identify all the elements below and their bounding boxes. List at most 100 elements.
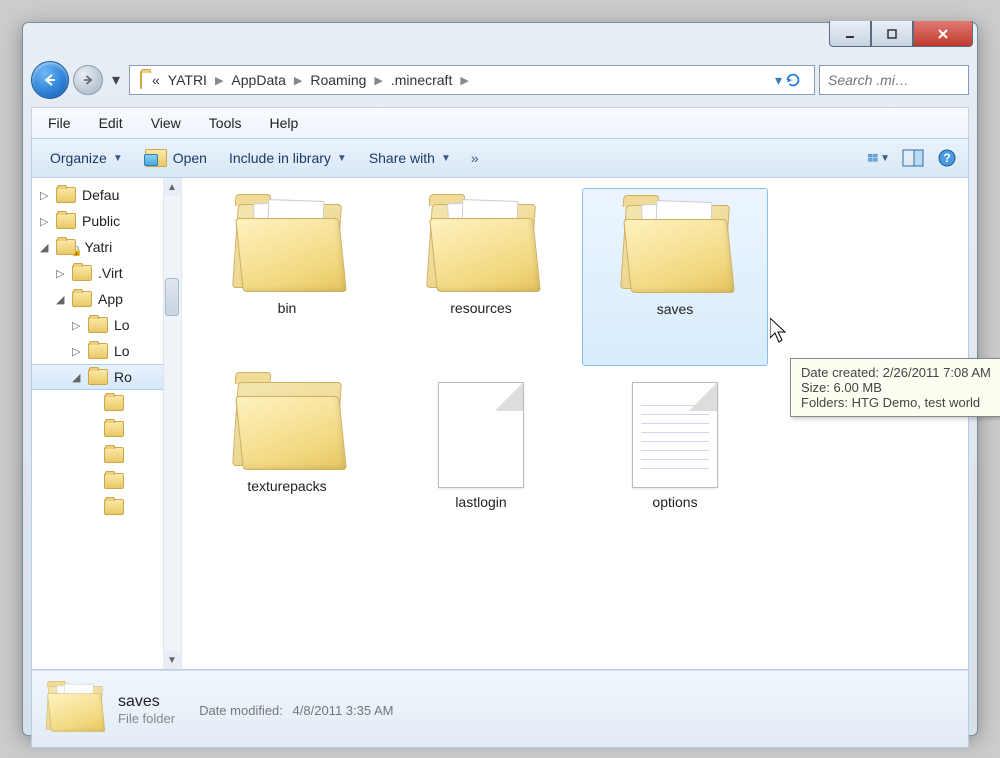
tree-item-label: App bbox=[98, 291, 123, 307]
toolbar-overflow[interactable]: » bbox=[465, 150, 485, 166]
folder-icon bbox=[617, 199, 733, 295]
preview-pane-button[interactable] bbox=[902, 149, 924, 167]
view-options-button[interactable]: ▼ bbox=[868, 149, 890, 167]
expand-icon[interactable]: ▷ bbox=[72, 345, 84, 358]
minimize-button[interactable] bbox=[829, 21, 871, 47]
collapse-icon[interactable]: ◢ bbox=[72, 371, 84, 384]
tree-item-9[interactable] bbox=[32, 416, 181, 442]
tree-item-label: .Virt bbox=[98, 265, 123, 281]
scroll-up-icon[interactable]: ▲ bbox=[163, 178, 181, 196]
tree-item-Public[interactable]: ▷ Public bbox=[32, 208, 181, 234]
file-label: resources bbox=[450, 300, 511, 316]
folder-icon bbox=[88, 343, 108, 359]
details-thumbnail bbox=[44, 683, 104, 735]
share-with-button[interactable]: Share with▼ bbox=[361, 146, 459, 170]
include-label: Include in library bbox=[229, 150, 331, 166]
menu-tools[interactable]: Tools bbox=[195, 112, 256, 134]
help-button[interactable]: ? bbox=[936, 149, 958, 167]
tree-item-12[interactable] bbox=[32, 494, 181, 520]
minimize-icon bbox=[843, 27, 857, 41]
collapse-icon[interactable]: ◢ bbox=[40, 241, 52, 254]
tree-item-label: Ro bbox=[114, 369, 132, 385]
breadcrumb-1[interactable]: AppData bbox=[231, 72, 285, 88]
details-type: File folder bbox=[118, 711, 175, 726]
tree-item-10[interactable] bbox=[32, 442, 181, 468]
menu-edit[interactable]: Edit bbox=[85, 112, 137, 134]
address-bar[interactable]: « YATRI ▶ AppData ▶ Roaming ▶ .minecraft… bbox=[129, 65, 815, 95]
tooltip-size: Size: 6.00 MB bbox=[801, 380, 991, 395]
breadcrumb-3[interactable]: .minecraft bbox=[391, 72, 452, 88]
refresh-icon bbox=[784, 71, 802, 89]
tree-item-8[interactable] bbox=[32, 390, 181, 416]
tree-item-Lo[interactable]: ▷ Lo bbox=[32, 338, 181, 364]
tree-item-label: Lo bbox=[114, 343, 130, 359]
close-button[interactable] bbox=[913, 21, 973, 47]
file-label: lastlogin bbox=[455, 494, 506, 510]
open-button[interactable]: Open bbox=[137, 145, 215, 171]
tree-item-Defau[interactable]: ▷ Defau bbox=[32, 182, 181, 208]
scroll-thumb[interactable] bbox=[165, 278, 179, 316]
folder-icon bbox=[104, 499, 124, 515]
navigation-tree: ▷Defau▷Public◢🔒Yatri▷.Virt◢App▷Lo▷Lo◢Ro … bbox=[32, 178, 182, 669]
file-item-options[interactable]: options bbox=[582, 366, 768, 544]
back-button[interactable] bbox=[31, 61, 69, 99]
breadcrumb-0[interactable]: YATRI bbox=[160, 72, 207, 88]
tree-item-label: Public bbox=[82, 213, 120, 229]
details-name: saves bbox=[118, 693, 175, 711]
chevron-right-icon: ▶ bbox=[366, 74, 390, 87]
tree-item-label: Defau bbox=[82, 187, 119, 203]
tree-item-.Virt[interactable]: ▷ .Virt bbox=[32, 260, 181, 286]
tree-item-App[interactable]: ◢ App bbox=[32, 286, 181, 312]
expand-icon[interactable]: ▷ bbox=[56, 267, 68, 280]
folder-icon bbox=[56, 239, 76, 255]
refresh-button[interactable]: ▾ bbox=[767, 71, 810, 89]
file-item-resources[interactable]: resources bbox=[388, 188, 574, 366]
breadcrumb-2[interactable]: Roaming bbox=[310, 72, 366, 88]
tree-item-Yatri[interactable]: ◢🔒Yatri bbox=[32, 234, 181, 260]
menu-view[interactable]: View bbox=[137, 112, 195, 134]
search-box[interactable] bbox=[819, 65, 969, 95]
folder-icon bbox=[56, 187, 76, 203]
menu-file[interactable]: File bbox=[34, 112, 85, 134]
folder-icon bbox=[104, 395, 124, 411]
tooltip-folders: Folders: HTG Demo, test world bbox=[801, 395, 991, 410]
folder-icon bbox=[88, 317, 108, 333]
include-library-button[interactable]: Include in library▼ bbox=[221, 146, 355, 170]
tree-item-Lo[interactable]: ▷ Lo bbox=[32, 312, 181, 338]
folder-icon bbox=[104, 421, 124, 437]
menu-bar: File Edit View Tools Help bbox=[31, 107, 969, 138]
svg-text:?: ? bbox=[943, 151, 950, 165]
history-dropdown[interactable]: ▾ bbox=[107, 66, 125, 94]
file-item-bin[interactable]: bin bbox=[194, 188, 380, 366]
folder-icon bbox=[104, 473, 124, 489]
file-item-texturepacks[interactable]: texturepacks bbox=[194, 366, 380, 544]
collapse-icon[interactable]: ◢ bbox=[56, 293, 68, 306]
file-item-lastlogin[interactable]: lastlogin bbox=[388, 366, 574, 544]
file-list[interactable]: Date created: 2/26/2011 7:08 AM Size: 6.… bbox=[182, 178, 968, 669]
details-pane: saves File folder Date modified: 4/8/201… bbox=[31, 670, 969, 748]
search-input[interactable] bbox=[828, 72, 960, 88]
tree-item-label: Lo bbox=[114, 317, 130, 333]
menu-help[interactable]: Help bbox=[255, 112, 312, 134]
share-label: Share with bbox=[369, 150, 435, 166]
scroll-down-icon[interactable]: ▼ bbox=[163, 651, 181, 669]
navigation-row: ▾ « YATRI ▶ AppData ▶ Roaming ▶ .minecra… bbox=[31, 59, 969, 101]
command-bar: Organize▼ Open Include in library▼ Share… bbox=[31, 138, 969, 178]
preview-pane-icon bbox=[902, 149, 924, 167]
expand-icon[interactable]: ▷ bbox=[40, 189, 52, 202]
file-item-saves[interactable]: saves bbox=[582, 188, 768, 366]
folder-icon bbox=[72, 265, 92, 281]
breadcrumb-prefix: « bbox=[152, 72, 160, 88]
maximize-icon bbox=[885, 27, 899, 41]
arrow-right-icon bbox=[80, 72, 96, 88]
forward-button[interactable] bbox=[73, 65, 103, 95]
expand-icon[interactable]: ▷ bbox=[40, 215, 52, 228]
organize-button[interactable]: Organize▼ bbox=[42, 146, 131, 170]
tree-item-11[interactable] bbox=[32, 468, 181, 494]
tree-item-Ro[interactable]: ◢ Ro bbox=[32, 364, 181, 390]
sidebar-scrollbar[interactable]: ▲ ▼ bbox=[163, 178, 181, 669]
expand-icon[interactable]: ▷ bbox=[72, 319, 84, 332]
maximize-button[interactable] bbox=[871, 21, 913, 47]
folder-icon bbox=[72, 291, 92, 307]
window-controls bbox=[829, 21, 973, 47]
